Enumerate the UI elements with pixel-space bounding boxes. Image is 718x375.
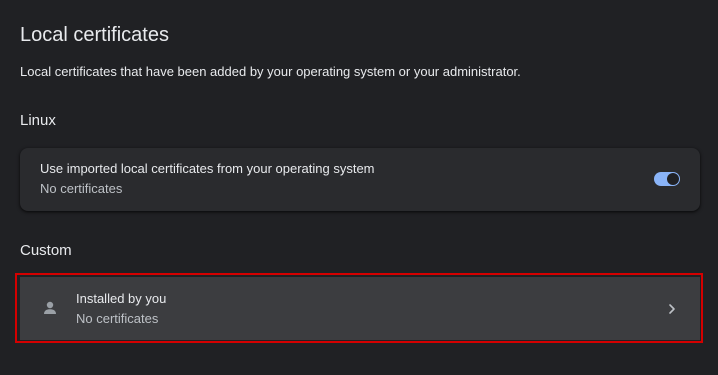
use-imported-certificates-label: Use imported local certificates from you… bbox=[40, 161, 375, 176]
installed-certificates-count: No certificates bbox=[76, 311, 159, 326]
installed-by-you-label: Installed by you bbox=[76, 291, 167, 306]
linux-certificates-card: Use imported local certificates from you… bbox=[20, 148, 700, 211]
person-icon bbox=[41, 299, 59, 317]
section-heading-linux: Linux bbox=[20, 112, 56, 129]
page-description: Local certificates that have been added … bbox=[20, 64, 521, 79]
settings-page: Local certificates Local certificates th… bbox=[0, 0, 718, 375]
section-heading-custom: Custom bbox=[20, 242, 72, 259]
linux-certificates-count: No certificates bbox=[40, 181, 123, 196]
toggle-knob bbox=[667, 173, 679, 185]
installed-by-you-row[interactable]: Installed by you No certificates bbox=[20, 277, 700, 340]
use-imported-certificates-toggle[interactable] bbox=[654, 172, 680, 186]
chevron-right-icon bbox=[665, 302, 679, 316]
page-title: Local certificates bbox=[20, 24, 169, 46]
